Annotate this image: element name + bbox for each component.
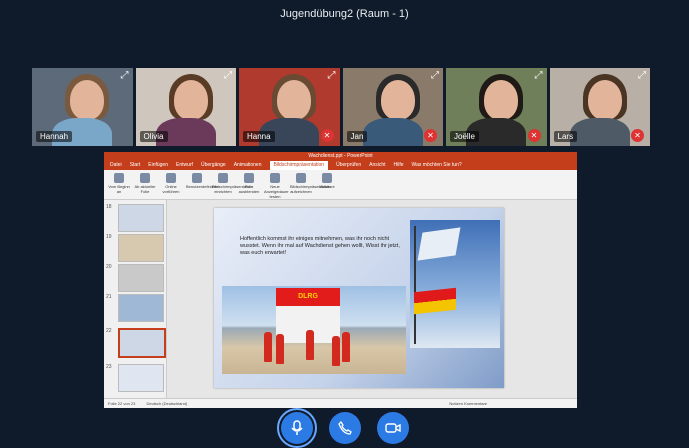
slideshow-icon xyxy=(140,173,150,183)
participant-name: Lars xyxy=(553,131,578,142)
ppt-statusbar: Folie 22 von 23 Deutsch (Deutschland) No… xyxy=(104,398,577,408)
participant-name: Hanna xyxy=(243,131,275,142)
hide-slide-icon xyxy=(244,173,254,183)
custom-icon xyxy=(192,173,202,183)
slide-thumbnail[interactable] xyxy=(118,264,164,292)
mic-muted-icon: ✕ xyxy=(320,129,334,142)
slideshow-icon xyxy=(114,173,124,183)
ppt-title: Wachdienst.ppt - PowerPoint xyxy=(308,153,373,159)
record-icon xyxy=(296,173,306,183)
phone-button[interactable] xyxy=(328,412,361,444)
ppt-ribbon-tabs: Datei Start Einfügen Entwurf Übergänge A… xyxy=(104,161,577,170)
ppt-ribbon: Vom Beginn an Ab aktueller Folie Online … xyxy=(104,170,577,200)
slide-thumbnail[interactable] xyxy=(118,364,164,392)
slide-thumbnail[interactable] xyxy=(118,294,164,322)
expand-icon[interactable]: ⤢ xyxy=(121,70,129,81)
white-flag xyxy=(417,227,461,261)
tab[interactable]: Ansicht xyxy=(369,161,385,170)
tab[interactable]: Einfügen xyxy=(148,161,168,170)
tab[interactable]: Datei xyxy=(110,161,122,170)
slide-thumbnail[interactable] xyxy=(118,204,164,232)
dlrg-sign: DLRG xyxy=(276,288,340,306)
camera-button[interactable] xyxy=(376,412,409,444)
tab[interactable]: Hilfe xyxy=(394,161,404,170)
mic-muted-icon: ✕ xyxy=(527,129,541,142)
lifeguard xyxy=(342,332,350,362)
flag-photo xyxy=(410,220,500,348)
expand-icon[interactable]: ⤢ xyxy=(328,70,336,81)
ribbon-button[interactable]: Vom Beginn an xyxy=(108,172,130,197)
beach-tower-photo: DLRG xyxy=(222,286,406,374)
expand-icon[interactable]: ⤢ xyxy=(535,70,543,81)
expand-icon[interactable]: ⤢ xyxy=(638,70,646,81)
setup-icon xyxy=(218,173,228,183)
participant-strip: ⤢ Hannah ⤢ Olivia ⤢ Hanna ✕ ⤢ Jan ✕ ⤢ Jo… xyxy=(32,68,650,146)
monitor-icon xyxy=(322,173,332,183)
participant-tile[interactable]: ⤢ Hanna ✕ xyxy=(239,68,340,146)
lifeguard xyxy=(306,330,314,360)
tab[interactable]: Übergänge xyxy=(201,161,226,170)
lifeguard xyxy=(276,334,284,364)
flag-pole xyxy=(414,226,416,344)
ribbon-button[interactable]: Benutzerdefinierte xyxy=(186,172,218,197)
mic-button[interactable] xyxy=(276,408,317,448)
participant-tile[interactable]: ⤢ Jan ✕ xyxy=(342,68,443,146)
expand-icon[interactable]: ⤢ xyxy=(431,70,439,81)
tab[interactable]: Überprüfen xyxy=(336,161,361,170)
ppt-workspace: 18 19 20 21 22 23 Hoffentlich kommst ihr… xyxy=(104,200,577,399)
current-slide[interactable]: Hoffentlich kommst ihr einiges mitnehmen… xyxy=(214,208,504,388)
tab-active[interactable]: Bildschirmpräsentation xyxy=(269,161,329,170)
tab[interactable]: Entwurf xyxy=(176,161,193,170)
meeting-title: Jugendübung2 (Raum - 1) xyxy=(280,8,409,20)
slide-thumbnail[interactable] xyxy=(118,234,164,262)
ribbon-button[interactable]: Folie ausblenden xyxy=(238,172,260,197)
ribbon-button[interactable]: Ab aktueller Folie xyxy=(134,172,156,197)
slide-thumbnails: 18 19 20 21 22 23 xyxy=(104,200,167,399)
tab[interactable]: Start xyxy=(130,161,141,170)
tell-me-search[interactable]: Was möchten Sie tun? xyxy=(412,161,462,170)
tab[interactable]: Animationen xyxy=(234,161,262,170)
participant-tile[interactable]: ⤢ Joëlle ✕ xyxy=(446,68,547,146)
ribbon-button[interactable]: Monitore xyxy=(316,172,338,197)
screen-share: Wachdienst.ppt - PowerPoint Datei Start … xyxy=(104,152,577,408)
lifeguard xyxy=(264,332,272,362)
ribbon-button[interactable]: Neue Anzeigedauer testen xyxy=(264,172,289,199)
ribbon-button[interactable]: Bildschirmpräsentation einrichten xyxy=(212,172,252,197)
ribbon-button[interactable]: Online vorführen xyxy=(160,172,182,197)
slide-text: Hoffentlich kommst ihr einiges mitnehmen… xyxy=(240,236,400,256)
microphone-icon xyxy=(290,420,303,435)
ribbon-button[interactable]: Bildschirmpräsentation aufzeichnen xyxy=(290,172,330,197)
expand-icon[interactable]: ⤢ xyxy=(224,70,232,81)
mic-muted-icon: ✕ xyxy=(631,129,644,142)
participant-name: Jan xyxy=(346,131,368,142)
phone-icon xyxy=(337,421,352,435)
participant-name: Olivia xyxy=(139,131,168,142)
participant-name: Hannah xyxy=(36,131,73,142)
lifeguard xyxy=(332,336,340,366)
participant-tile[interactable]: ⤢ Hannah xyxy=(32,68,133,146)
participant-tile[interactable]: ⤢ Lars ✕ xyxy=(549,68,650,146)
online-icon xyxy=(166,173,176,183)
participant-name: Joëlle xyxy=(450,131,479,142)
participant-tile[interactable]: ⤢ Olivia xyxy=(135,68,236,146)
mic-muted-icon: ✕ xyxy=(424,129,437,142)
slide-thumbnail-selected[interactable] xyxy=(118,328,166,358)
timer-icon xyxy=(270,173,280,183)
red-yellow-flag xyxy=(414,287,456,315)
call-controls xyxy=(0,408,689,448)
ppt-titlebar: Wachdienst.ppt - PowerPoint xyxy=(104,152,577,161)
camera-icon xyxy=(384,423,401,433)
